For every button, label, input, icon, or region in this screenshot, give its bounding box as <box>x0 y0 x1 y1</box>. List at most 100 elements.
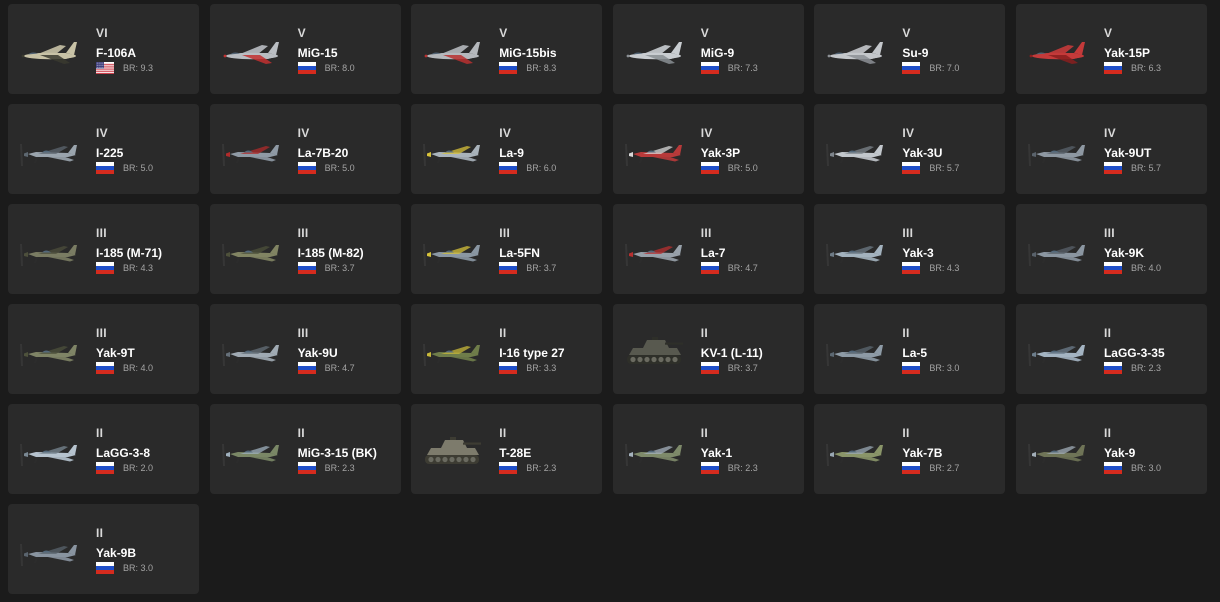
vehicle-info: III I-185 (M-82) BR: 3.7 <box>297 226 397 274</box>
prop-aircraft-icon <box>216 326 286 370</box>
vehicle-rank: II <box>700 426 709 440</box>
vehicle-card-f-106a[interactable]: VI F-106A rect x="0" y="0.00" width="18"… <box>8 4 199 94</box>
vehicle-rank: II <box>96 426 104 440</box>
vehicle-name: La-9 <box>499 146 524 160</box>
vehicle-card-la-5fn[interactable]: III La-5FN BR: 3.7 <box>411 204 603 294</box>
vehicle-card-yak-9b[interactable]: II Yak-9B BR: 3.0 <box>8 504 199 594</box>
vehicle-name: Yak-9T <box>96 346 135 360</box>
vehicle-meta: BR: 4.3 <box>96 262 195 274</box>
vehicle-card-yak-9[interactable]: II Yak-9 BR: 3.0 <box>1015 404 1207 494</box>
vehicle-rank: III <box>96 326 107 340</box>
vehicle-card-t-28e[interactable]: II T-28E BR: 2.3 <box>411 404 603 494</box>
vehicle-name: Yak-9 <box>1103 446 1136 460</box>
vehicle-rank: VI <box>96 26 108 40</box>
jet-aircraft-icon <box>417 26 487 70</box>
vehicle-card-i-16-type-27[interactable]: II I-16 type 27 BR: 3.3 <box>411 304 603 394</box>
vehicle-card-su-9[interactable]: V Su-9 BR: 7.0 <box>814 4 1006 94</box>
vehicle-name: T-28E <box>499 446 532 460</box>
battle-rating: BR: 4.7 <box>727 263 758 273</box>
vehicle-rank: IV <box>96 126 108 140</box>
vehicle-rank: III <box>1103 226 1115 240</box>
vehicle-card-yak-9ut[interactable]: IV Yak-9UT BR: 5.7 <box>1015 104 1207 194</box>
vehicle-name: I-185 (M-82) <box>297 246 364 260</box>
vehicle-card-yak-1[interactable]: II Yak-1 BR: 2.3 <box>612 404 804 494</box>
vehicle-info: IV I-225 BR: 5.0 <box>96 126 195 174</box>
vehicle-card-yak-9t[interactable]: III Yak-9T BR: 4.0 <box>8 304 199 394</box>
battle-rating: BR: 4.0 <box>1130 263 1161 273</box>
ussr-flag-icon <box>297 362 316 374</box>
vehicle-name: I-16 type 27 <box>499 346 565 360</box>
vehicle-card-mig-3-15-bk[interactable]: II MiG-3-15 (BK) BR: 2.3 <box>209 404 401 494</box>
vehicle-info: II Yak-1 BR: 2.3 <box>700 426 800 474</box>
ussr-flag-icon <box>700 162 719 174</box>
ussr-flag-icon <box>499 362 518 374</box>
vehicle-meta: BR: 7.3 <box>700 62 800 74</box>
battle-rating: BR: 3.7 <box>526 263 557 273</box>
vehicle-name: Yak-7B <box>902 446 943 460</box>
vehicle-rank: III <box>297 226 309 240</box>
vehicle-name: MiG-9 <box>700 46 735 60</box>
vehicle-card-i-225[interactable]: IV I-225 BR: 5.0 <box>8 104 199 194</box>
battle-rating: BR: 8.0 <box>324 63 355 73</box>
vehicle-name: Yak-9U <box>297 346 338 360</box>
vehicle-rank: II <box>499 326 507 340</box>
vehicle-rank: IV <box>1103 126 1116 140</box>
vehicle-meta: BR: 6.3 <box>1103 62 1203 74</box>
vehicle-card-mig-9[interactable]: V MiG-9 BR: 7.3 <box>612 4 804 94</box>
vehicle-card-yak-3[interactable]: III Yak-3 BR: 4.3 <box>814 204 1006 294</box>
vehicle-card-yak-9k[interactable]: III Yak-9K BR: 4.0 <box>1015 204 1207 294</box>
vehicle-info: IV Yak-3U BR: 5.7 <box>902 126 1001 174</box>
vehicle-card-lagg-3-35[interactable]: II LaGG-3-35 BR: 2.3 <box>1015 304 1207 394</box>
vehicle-info: II La-5 BR: 3.0 <box>902 326 1001 374</box>
vehicle-card-yak-9u[interactable]: III Yak-9U BR: 4.7 <box>209 304 401 394</box>
vehicle-meta: BR: 3.3 <box>499 362 598 374</box>
battle-rating: BR: 6.3 <box>1130 63 1161 73</box>
vehicle-meta: BR: 5.0 <box>96 162 195 174</box>
battle-rating: BR: 7.0 <box>929 63 960 73</box>
vehicle-grid: VI F-106A rect x="0" y="0.00" width="18"… <box>8 4 1207 594</box>
ussr-flag-icon <box>700 362 719 374</box>
vehicle-card-la-7[interactable]: III La-7 BR: 4.7 <box>612 204 804 294</box>
vehicle-meta: BR: 5.0 <box>700 162 800 174</box>
vehicle-rank: V <box>1103 26 1113 40</box>
vehicle-card-i-185-m-71[interactable]: III I-185 (M-71) BR: 4.3 <box>8 204 199 294</box>
vehicle-card-la-5[interactable]: II La-5 BR: 3.0 <box>814 304 1006 394</box>
vehicle-card-lagg-3-8[interactable]: II LaGG-3-8 BR: 2.0 <box>8 404 199 494</box>
vehicle-card-yak-15p[interactable]: V Yak-15P BR: 6.3 <box>1015 4 1207 94</box>
ussr-flag-icon <box>96 262 114 274</box>
vehicle-info: II I-16 type 27 BR: 3.3 <box>499 326 598 374</box>
vehicle-meta: BR: 8.0 <box>297 62 397 74</box>
battle-rating: BR: 3.3 <box>526 363 557 373</box>
vehicle-name: La-7B-20 <box>297 146 349 160</box>
vehicle-meta: BR: 6.0 <box>499 162 598 174</box>
vehicle-info: III I-185 (M-71) BR: 4.3 <box>96 226 195 274</box>
vehicle-card-kv-1-l-11[interactable]: II KV-1 (L-11) BR: 3.7 <box>612 304 804 394</box>
vehicle-info: V MiG-9 BR: 7.3 <box>700 26 800 74</box>
ussr-flag-icon <box>902 362 921 374</box>
prop-aircraft-icon <box>216 426 286 470</box>
vehicle-card-i-185-m-82[interactable]: III I-185 (M-82) BR: 3.7 <box>209 204 401 294</box>
vehicle-card-yak-7b[interactable]: II Yak-7B BR: 2.7 <box>814 404 1006 494</box>
vehicle-info: II MiG-3-15 (BK) BR: 2.3 <box>297 426 397 474</box>
vehicle-card-mig-15[interactable]: V MiG-15 BR: 8.0 <box>209 4 401 94</box>
vehicle-name: MiG-3-15 (BK) <box>297 446 377 460</box>
vehicle-info: III La-7 BR: 4.7 <box>700 226 800 274</box>
battle-rating: BR: 5.7 <box>929 163 960 173</box>
vehicle-info: II Yak-9B BR: 3.0 <box>96 526 195 574</box>
vehicle-meta: BR: 3.7 <box>297 262 397 274</box>
vehicle-card-yak-3p[interactable]: IV Yak-3P BR: 5.0 <box>612 104 804 194</box>
vehicle-card-la-7b-20[interactable]: IV La-7B-20 BR: 5.0 <box>209 104 401 194</box>
vehicle-card-la-9[interactable]: IV La-9 BR: 6.0 <box>411 104 603 194</box>
battle-rating: BR: 4.0 <box>123 363 154 373</box>
prop-aircraft-icon <box>619 126 689 170</box>
prop-aircraft-icon <box>619 426 689 470</box>
vehicle-rank: III <box>700 226 712 240</box>
prop-aircraft-icon <box>1022 126 1092 170</box>
vehicle-info: VI F-106A rect x="0" y="0.00" width="18"… <box>96 26 195 74</box>
prop-aircraft-icon <box>820 126 890 170</box>
vehicle-meta: BR: 3.0 <box>1103 462 1203 474</box>
vehicle-card-mig-15bis[interactable]: V MiG-15bis BR: 8.3 <box>411 4 603 94</box>
prop-aircraft-icon <box>417 326 487 370</box>
vehicle-card-yak-3u[interactable]: IV Yak-3U BR: 5.7 <box>814 104 1006 194</box>
prop-aircraft-icon <box>14 126 84 170</box>
